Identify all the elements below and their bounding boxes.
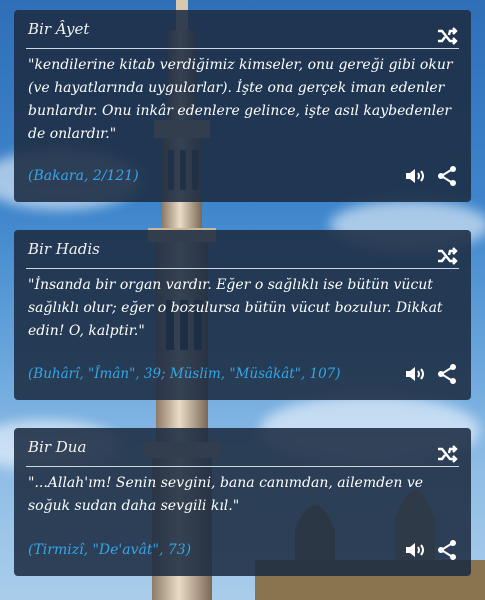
card-title: Bir Âyet	[28, 20, 90, 38]
title-divider	[26, 268, 459, 269]
speaker-icon[interactable]	[403, 164, 427, 188]
speaker-icon[interactable]	[403, 538, 427, 562]
card-title: Bir Hadis	[28, 240, 100, 258]
shuffle-icon[interactable]	[435, 442, 459, 466]
shuffle-icon[interactable]	[435, 24, 459, 48]
share-icon[interactable]	[435, 538, 459, 562]
hadith-card: Bir Hadis "İnsanda bir organ vardır. Eğe…	[14, 230, 471, 400]
speaker-icon[interactable]	[403, 362, 427, 386]
share-icon[interactable]	[435, 164, 459, 188]
card-title: Bir Dua	[28, 438, 87, 456]
share-icon[interactable]	[435, 362, 459, 386]
verse-card: Bir Âyet "kendilerine kitab verdiğimiz k…	[14, 10, 471, 202]
title-divider	[26, 466, 459, 467]
hadith-text: "İnsanda bir organ vardır. Eğer o sağlık…	[28, 277, 443, 339]
verse-source[interactable]: (Bakara, 2/121)	[28, 168, 139, 184]
shuffle-icon[interactable]	[435, 244, 459, 268]
verse-text: "kendilerine kitab verdiğimiz kimseler, …	[28, 57, 453, 142]
title-divider	[26, 48, 459, 49]
prayer-card: Bir Dua "...Allah'ım! Senin sevgini, ban…	[14, 428, 471, 576]
prayer-source[interactable]: (Tirmizî, "De'avât", 73)	[28, 542, 191, 558]
hadith-source[interactable]: (Buhârî, "Îmân", 39; Müslim, "Müsâkât", …	[28, 366, 341, 382]
prayer-text: "...Allah'ım! Senin sevgini, bana canımd…	[28, 475, 424, 514]
